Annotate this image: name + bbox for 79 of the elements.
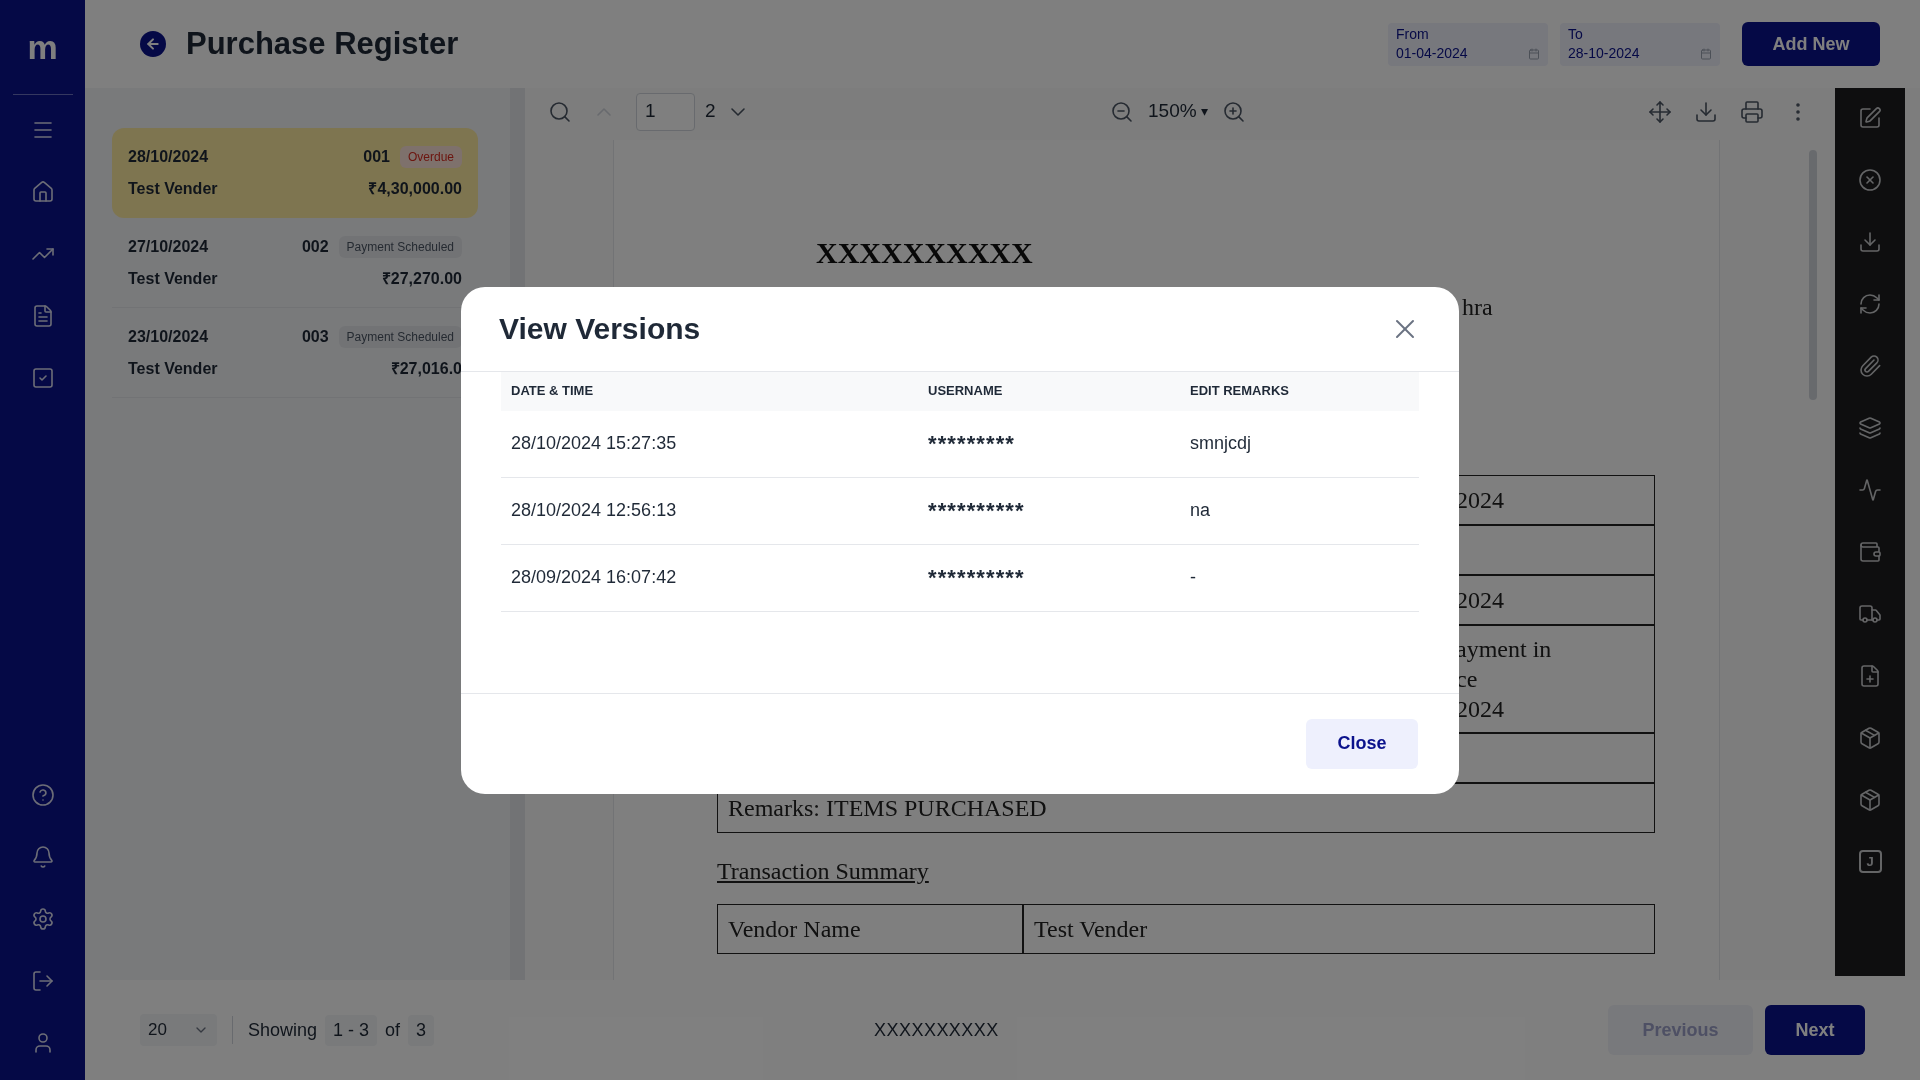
pulse-icon[interactable] (1858, 478, 1882, 502)
table-cell-text: - (1189, 566, 1197, 589)
section-title: Transaction Summary (717, 857, 930, 886)
range-badge: 1 - 3 (325, 1014, 378, 1046)
item-amount: ₹27,270.00 (381, 268, 462, 289)
move-icon[interactable] (1648, 99, 1672, 124)
calendar-icon[interactable] (1700, 47, 1712, 60)
download-icon[interactable] (1694, 99, 1718, 124)
table-cell-text: 28/10/2024 12:56:13 (510, 499, 678, 522)
page-count: 2 (705, 99, 716, 124)
item-number: 001 (363, 147, 390, 167)
table-cell-text: 28/09/2024 16:07:42 (510, 566, 678, 589)
document-heading: XXXXXXXXXX (816, 235, 1034, 271)
table-cell-text: na (1189, 499, 1212, 522)
box-icon[interactable] (1858, 788, 1882, 812)
zoom-in-icon[interactable] (1221, 99, 1246, 124)
checkbox-icon[interactable] (30, 366, 55, 390)
item-number: 002 (301, 236, 329, 257)
page-title: Purchase Register (186, 24, 459, 63)
download-icon[interactable] (1858, 230, 1882, 254)
close-circle-icon[interactable] (1858, 168, 1882, 192)
table-cell-text: ********* (927, 430, 1016, 458)
calendar-icon[interactable] (1528, 47, 1540, 60)
add-new-button[interactable]: Add New (1742, 22, 1880, 66)
bell-icon[interactable] (30, 845, 55, 869)
zoom-out-icon[interactable] (1110, 99, 1134, 124)
document-cell: Vendor Name (717, 904, 1023, 954)
register-item[interactable]: 28/10/2024 001 Overdue Test Vender ₹4,30,000.00 (112, 128, 478, 218)
logo[interactable]: m (27, 30, 58, 64)
truck-icon[interactable] (1858, 602, 1882, 626)
back-button[interactable] (140, 31, 166, 57)
document-cell: Test Vender (1023, 904, 1655, 954)
zoom-select[interactable]: 150% ▾ (1148, 97, 1208, 126)
search-icon[interactable] (548, 99, 572, 124)
item-date: 23/10/2024 (128, 326, 209, 347)
vendor-name: Test Vender (128, 268, 218, 289)
address-text: hra (1462, 293, 1494, 322)
logout-icon[interactable] (30, 969, 55, 993)
column-header: EDIT REMARKS (1189, 382, 1290, 401)
paperclip-icon[interactable] (1858, 354, 1882, 378)
refresh-icon[interactable] (1858, 292, 1882, 316)
to-date-field[interactable]: To 28-10-2024 (1560, 22, 1720, 66)
column-header: USERNAME (927, 382, 1004, 401)
item-date: 27/10/2024 (128, 236, 209, 257)
wallet-icon[interactable] (1858, 540, 1882, 564)
item-date: 28/10/2024 (128, 147, 209, 167)
file-plus-icon[interactable] (1858, 664, 1882, 688)
status-badge: Payment Scheduled (338, 325, 462, 348)
item-amount: ₹4,30,000.00 (368, 179, 462, 199)
column-header: DATE & TIME (510, 382, 595, 401)
layers-icon[interactable] (1858, 416, 1882, 440)
page-number-field[interactable]: 1 (636, 92, 695, 131)
footer-title: XXXXXXXXXX (874, 1018, 999, 1042)
next-button[interactable]: Next (1765, 1005, 1865, 1055)
status-badge: Overdue (399, 146, 462, 168)
total-badge: 3 (408, 1014, 435, 1046)
dialog-title: View Versions (499, 311, 701, 347)
edit-icon[interactable] (1858, 106, 1882, 130)
table-cell-text: ********** (927, 564, 1026, 592)
help-icon[interactable] (30, 783, 55, 807)
item-number: 003 (301, 326, 329, 347)
printer-icon[interactable] (1740, 99, 1764, 124)
table-cell-text: 28/10/2024 15:27:35 (510, 432, 678, 455)
from-date-field[interactable]: From 01-04-2024 (1388, 22, 1548, 66)
table-cell-text: ********** (927, 497, 1026, 525)
settings-icon[interactable] (30, 907, 55, 931)
close-button[interactable]: Close (1306, 718, 1418, 769)
vendor-name: Test Vender (128, 358, 218, 379)
of-label: of (385, 1018, 401, 1042)
showing-label: Showing (248, 1018, 318, 1042)
home-icon[interactable] (30, 180, 55, 204)
page-size-select[interactable]: 20 (140, 1014, 217, 1046)
register-item[interactable]: 27/10/2024 002 Payment Scheduled Test Vender ₹27,270.00 (112, 218, 478, 308)
box-icon[interactable] (1858, 726, 1882, 750)
status-badge: Payment Scheduled (338, 235, 462, 258)
vendor-name: Test Vender (128, 179, 218, 199)
journal-icon[interactable]: J (1858, 850, 1882, 873)
table-cell-text: smnjcdj (1189, 432, 1252, 455)
item-amount: ₹27,016.0 (390, 358, 462, 379)
